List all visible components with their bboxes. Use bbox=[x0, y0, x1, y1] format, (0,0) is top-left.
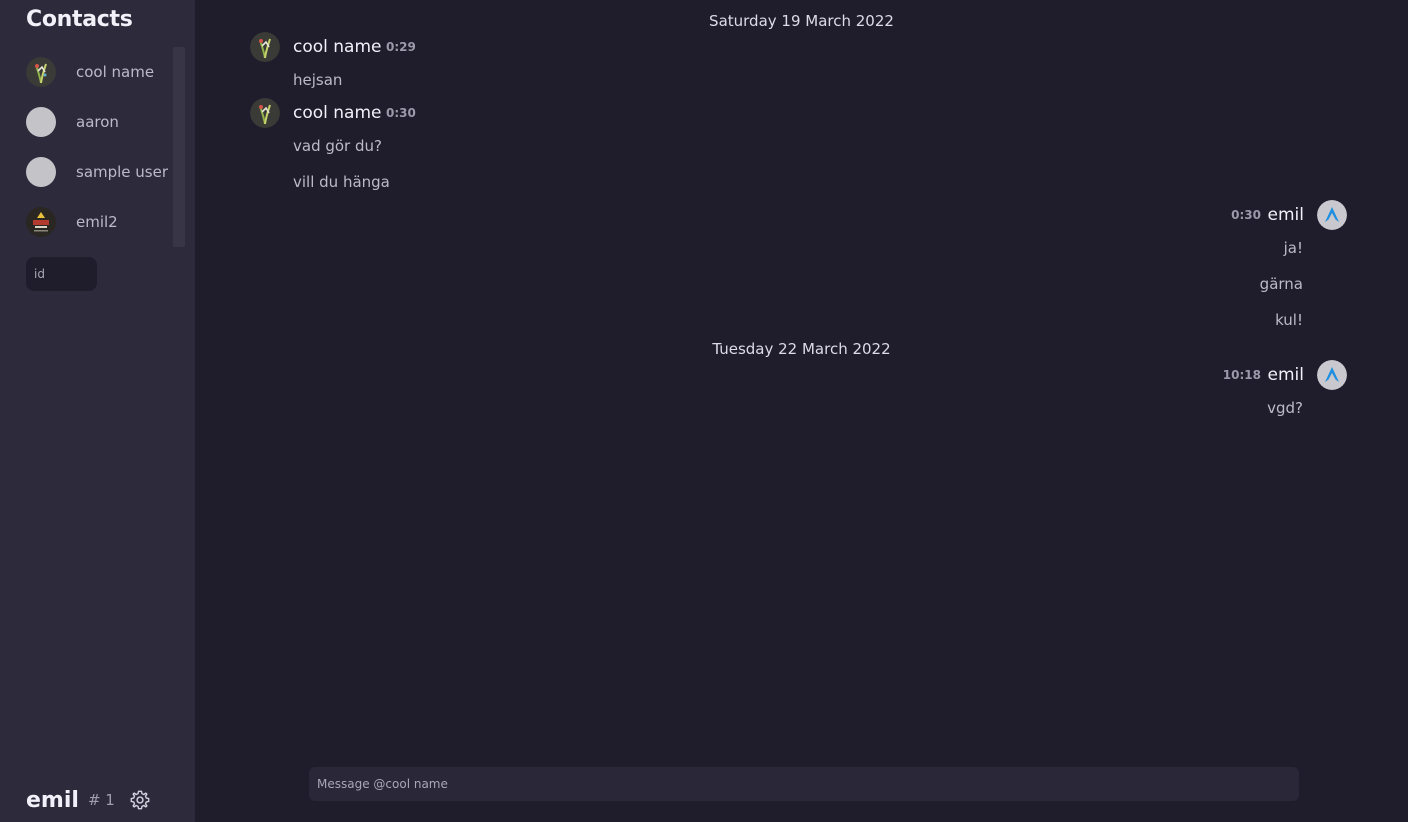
contact-item-emil2[interactable]: emil2 bbox=[26, 204, 171, 240]
contact-id-input[interactable] bbox=[26, 257, 97, 291]
message-text: vad gör du? bbox=[293, 137, 382, 155]
current-user-bar: emil # 1 bbox=[26, 785, 151, 815]
contact-avatar bbox=[26, 57, 56, 87]
message-composer-input[interactable] bbox=[309, 767, 1299, 801]
contact-avatar bbox=[26, 107, 56, 137]
message-time: 10:18 bbox=[1222, 368, 1261, 382]
message-time: 0:29 bbox=[386, 40, 416, 54]
contact-name: emil2 bbox=[76, 213, 118, 231]
current-user-name: emil bbox=[26, 787, 79, 813]
contact-name: cool name bbox=[76, 63, 155, 81]
contacts-sidebar: Contacts cool name aaron sample user emi… bbox=[0, 0, 195, 822]
chat-panel: Saturday 19 March 2022 cool name 0:29 he… bbox=[195, 0, 1408, 822]
contacts-scrollbar[interactable] bbox=[173, 47, 185, 247]
chat-app: Contacts cool name aaron sample user emi… bbox=[0, 0, 1408, 822]
message-avatar[interactable] bbox=[250, 98, 280, 128]
contact-item-cool-name[interactable]: cool name bbox=[26, 54, 171, 90]
contact-avatar bbox=[26, 157, 56, 187]
message-text: vill du hänga bbox=[293, 173, 390, 191]
date-separator: Tuesday 22 March 2022 bbox=[712, 340, 891, 358]
message-author[interactable]: emil bbox=[1268, 205, 1304, 225]
message-avatar[interactable] bbox=[1317, 360, 1347, 390]
gear-icon[interactable] bbox=[129, 789, 151, 811]
message-time: 0:30 bbox=[386, 106, 416, 120]
message-time: 0:30 bbox=[1231, 208, 1261, 222]
contact-avatar bbox=[26, 207, 56, 237]
message-text: gärna bbox=[1259, 275, 1303, 293]
message-text: vgd? bbox=[1267, 399, 1303, 417]
date-separator: Saturday 19 March 2022 bbox=[709, 12, 894, 30]
message-avatar[interactable] bbox=[250, 32, 280, 62]
current-user-tag: # 1 bbox=[87, 791, 115, 809]
contact-item-aaron[interactable]: aaron bbox=[26, 104, 171, 140]
contact-item-sample-user[interactable]: sample user bbox=[26, 154, 171, 190]
contact-name: sample user bbox=[76, 163, 169, 181]
message-text: kul! bbox=[1275, 311, 1303, 329]
message-text: ja! bbox=[1283, 239, 1303, 257]
contacts-title: Contacts bbox=[26, 7, 133, 32]
message-avatar[interactable] bbox=[1317, 200, 1347, 230]
message-author[interactable]: emil bbox=[1268, 365, 1304, 385]
message-author[interactable]: cool name bbox=[293, 37, 382, 57]
message-author[interactable]: cool name bbox=[293, 103, 382, 123]
contact-name: aaron bbox=[76, 113, 119, 131]
message-text: hejsan bbox=[293, 71, 343, 89]
